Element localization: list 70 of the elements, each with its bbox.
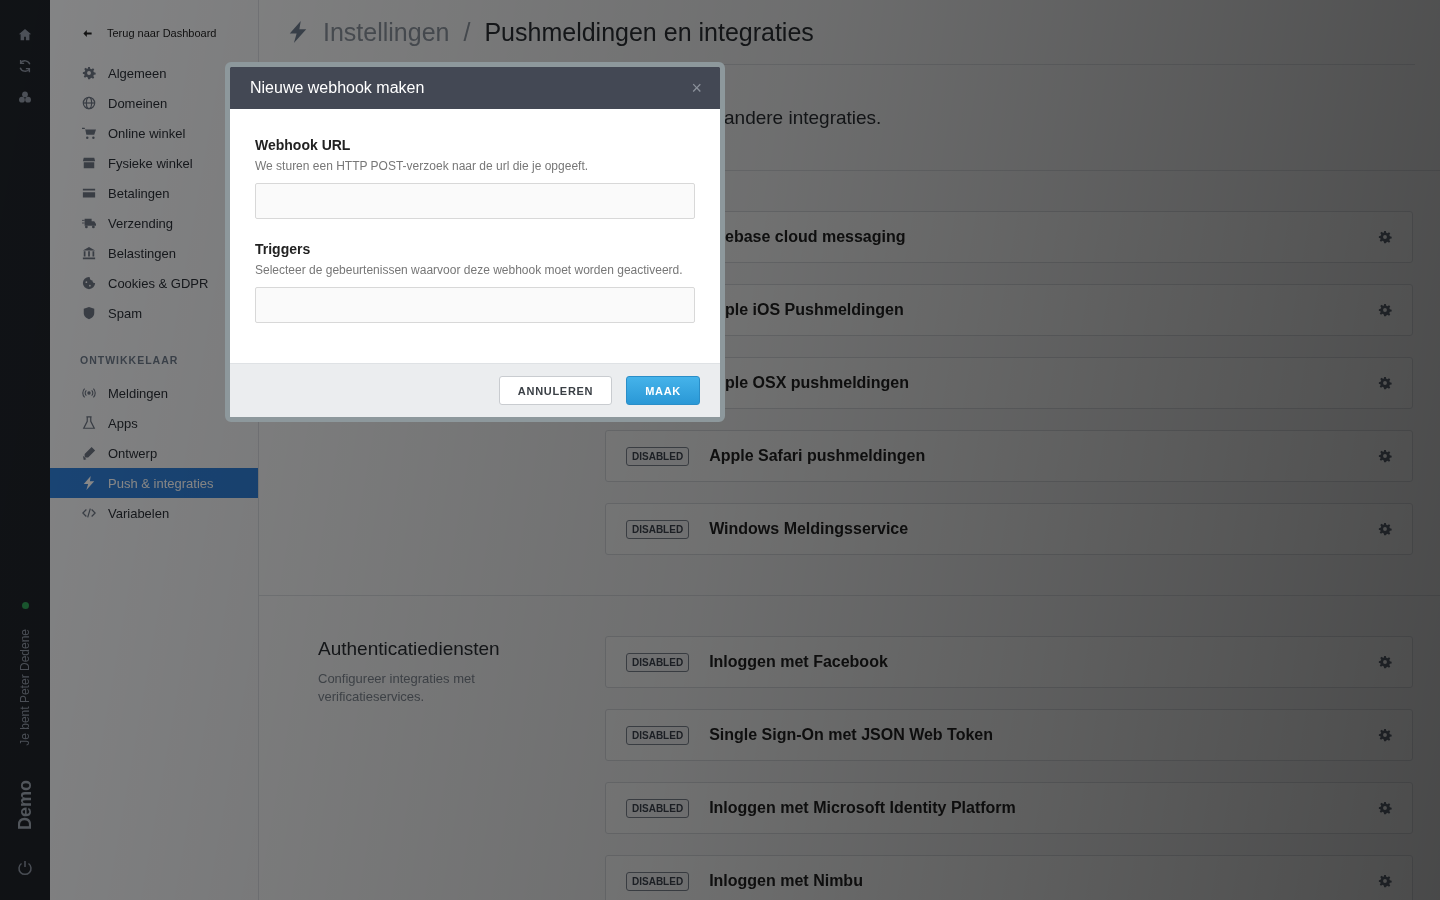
settings-icon[interactable] xyxy=(1378,728,1392,742)
back-arrow-icon xyxy=(82,27,93,39)
sidebar-item[interactable]: Ontwerp xyxy=(50,438,258,468)
user-name: Je bent Peter Dedene xyxy=(18,629,32,746)
refresh-icon[interactable] xyxy=(18,59,32,73)
page-title: Pushmeldingen en integraties xyxy=(484,17,814,47)
site-name: Demo xyxy=(14,780,36,830)
broadcast-icon xyxy=(82,386,96,400)
integration-card[interactable]: DISABLED Single Sign-On met JSON Web Token xyxy=(605,709,1413,761)
shield-icon xyxy=(82,306,96,320)
settings-icon[interactable] xyxy=(1378,230,1392,244)
status-badge: DISABLED xyxy=(626,519,690,539)
section-title: Authenticatiediensten xyxy=(318,638,501,660)
settings-icon[interactable] xyxy=(1378,655,1392,669)
close-button[interactable]: × xyxy=(687,77,706,99)
sidebar-item[interactable]: Push & integraties xyxy=(50,468,258,498)
create-button[interactable]: MAAK xyxy=(626,376,700,405)
back-link[interactable]: Terug naar Dashboard xyxy=(50,22,258,44)
bank-icon xyxy=(82,246,96,260)
sidebar-item[interactable]: Variabelen xyxy=(50,498,258,528)
field-label: Webhook URL xyxy=(255,137,352,153)
settings-icon[interactable] xyxy=(1378,449,1392,463)
credit-card-icon xyxy=(82,186,96,200)
status-badge: DISABLED xyxy=(626,798,690,818)
integration-card[interactable]: DISABLED Inloggen met Nimbu xyxy=(605,855,1413,900)
field-label: Triggers xyxy=(255,241,312,257)
integration-title: Apple Safari pushmeldingen xyxy=(709,447,927,465)
code-icon xyxy=(82,506,96,520)
settings-icon[interactable] xyxy=(1378,874,1392,888)
power-icon[interactable] xyxy=(17,860,33,876)
input-field[interactable] xyxy=(255,183,695,219)
status-badge: DISABLED xyxy=(626,652,690,672)
integration-title: Inloggen met Microsoft Identity Platform xyxy=(709,799,1017,817)
cluster-icon[interactable] xyxy=(18,90,32,104)
field-help: We sturen een HTTP POST-verzoek naar de url die je opgeeft. xyxy=(255,159,590,174)
settings-icon[interactable] xyxy=(1378,303,1392,317)
settings-icon[interactable] xyxy=(1378,376,1392,390)
input-field[interactable] xyxy=(255,287,695,323)
section-description: Configureer integraties met verificatieservices. xyxy=(318,670,476,706)
integration-title: ple OSX pushmeldingen xyxy=(725,374,911,392)
cart-icon xyxy=(82,126,96,140)
integration-card[interactable]: DISABLED Windows Meldingsservice xyxy=(605,503,1413,555)
home-icon[interactable] xyxy=(18,28,32,42)
status-badge: DISABLED xyxy=(626,725,690,745)
integration-title: Windows Meldingsservice xyxy=(709,520,910,538)
section-heading: ONTWIKKELAAR xyxy=(79,354,180,366)
gear-icon xyxy=(82,66,96,80)
integration-card[interactable]: DISABLED Apple Safari pushmeldingen xyxy=(605,430,1413,482)
breadcrumb-separator: / xyxy=(463,17,471,47)
globe-icon xyxy=(82,96,96,110)
cookie-icon xyxy=(82,276,96,290)
intro-text: andere integraties. xyxy=(724,106,882,129)
settings-icon[interactable] xyxy=(1378,801,1392,815)
integration-title: Single Sign-On met JSON Web Token xyxy=(709,726,994,744)
integration-title: ple iOS Pushmeldingen xyxy=(725,301,905,319)
dialog-title: Nieuwe webhook maken xyxy=(250,79,425,97)
cancel-button[interactable]: ANNULEREN xyxy=(498,376,613,405)
store-icon xyxy=(82,156,96,170)
bolt-icon xyxy=(82,476,96,490)
status-badge: DISABLED xyxy=(626,446,690,466)
field-help: Selecteer de gebeurtenissen waarvoor deze webhook moet worden geactiveerd. xyxy=(255,263,684,278)
integration-title: ebase cloud messaging xyxy=(725,228,907,246)
settings-icon[interactable] xyxy=(1378,522,1392,536)
flask-icon xyxy=(82,416,96,430)
integration-card[interactable]: DISABLED Inloggen met Facebook xyxy=(605,636,1413,688)
integration-title: Inloggen met Nimbu xyxy=(709,872,864,890)
truck-icon xyxy=(82,216,96,230)
status-badge: DISABLED xyxy=(626,871,690,891)
integration-title: Inloggen met Facebook xyxy=(709,653,889,671)
integration-card[interactable]: DISABLED Inloggen met Microsoft Identity Platform xyxy=(605,782,1413,834)
